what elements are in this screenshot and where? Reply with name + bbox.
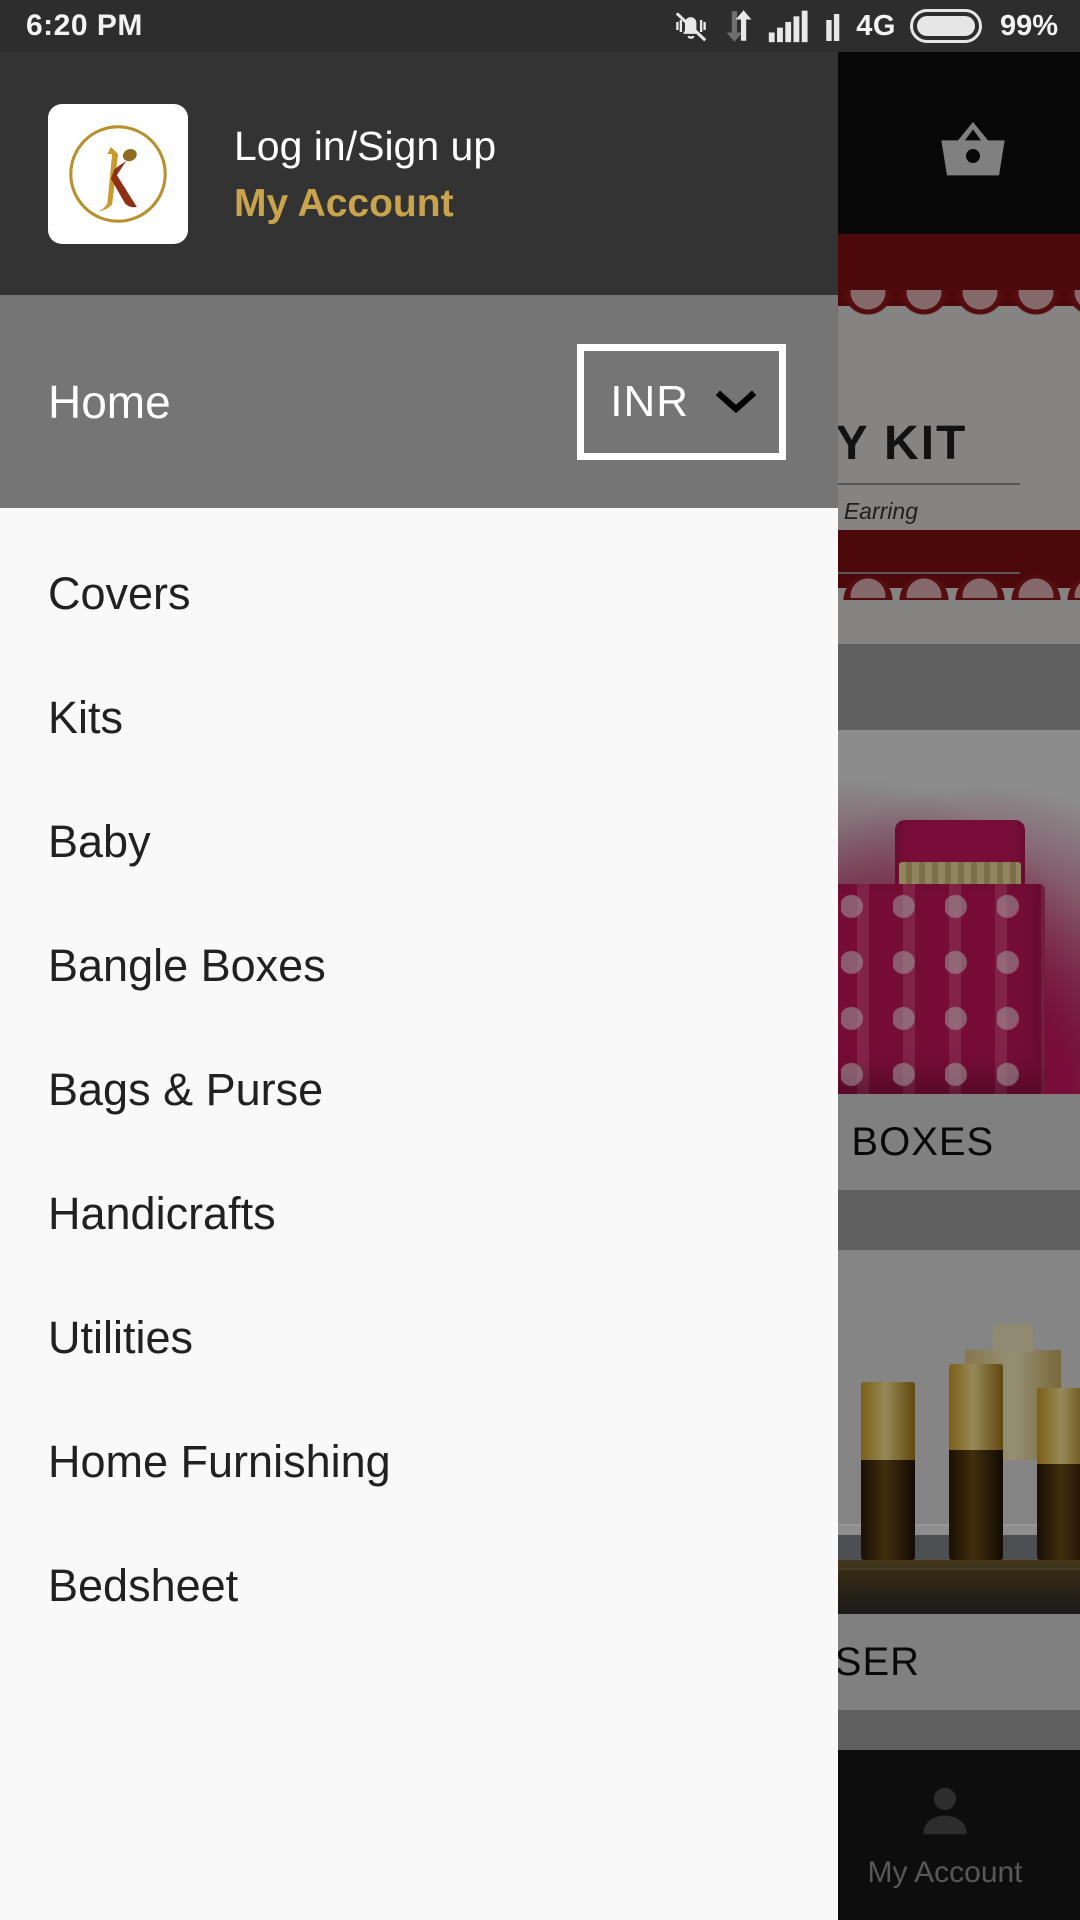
silent-mode-icon (672, 7, 710, 45)
drawer-item-label: Home Furnishing (48, 1436, 391, 1487)
drawer-item-covers[interactable]: Covers (0, 532, 838, 656)
drawer-item-label: Baby (48, 816, 151, 867)
drawer-item-label: Bedsheet (48, 1560, 239, 1611)
drawer-item-handicrafts[interactable]: Handicrafts (0, 1152, 838, 1276)
drawer-item-label: Utilities (48, 1312, 194, 1363)
drawer-item-label: Bags & Purse (48, 1064, 324, 1115)
status-clock: 6:20 PM (26, 9, 143, 42)
status-icons: 4G 99% (672, 7, 1058, 45)
drawer-item-bags-purse[interactable]: Bags & Purse (0, 1028, 838, 1152)
battery-percent-label: 99% (999, 9, 1058, 42)
battery-fill (916, 16, 975, 36)
signal-bars-icon (768, 9, 810, 43)
drawer-item-home-furnishing[interactable]: Home Furnishing (0, 1400, 838, 1524)
currency-selector[interactable]: INR (577, 343, 786, 460)
drawer-item-bedsheet[interactable]: Bedsheet (0, 1524, 838, 1648)
account-block[interactable]: Log in/Sign up My Account (234, 121, 496, 226)
navigation-drawer: Log in/Sign up My Account Home INR Cover… (0, 52, 838, 1920)
drawer-item-home[interactable]: Home INR (0, 295, 838, 508)
status-bar: 6:20 PM 4G 99% (0, 0, 1080, 52)
drawer-item-utilities[interactable]: Utilities (0, 1276, 838, 1400)
drawer-item-bangle-boxes[interactable]: Bangle Boxes (0, 904, 838, 1028)
drawer-item-baby[interactable]: Baby (0, 780, 838, 904)
drawer-menu-list: Covers Kits Baby Bangle Boxes Bags & Pur… (0, 508, 838, 1920)
drawer-item-kits[interactable]: Kits (0, 656, 838, 780)
currency-code: INR (610, 376, 689, 426)
login-signup-label[interactable]: Log in/Sign up (234, 121, 496, 172)
drawer-item-label: Bangle Boxes (48, 940, 326, 991)
app-screen: EXCLUSIVE JEWELLERY KIT Bangle, Necklace… (0, 0, 1080, 1920)
battery-icon (909, 9, 982, 43)
drawer-item-label: Handicrafts (48, 1188, 276, 1239)
drawer-item-label: Kits (48, 692, 124, 743)
home-label: Home (48, 375, 171, 428)
chevron-down-icon (715, 389, 757, 415)
kashvi-logo-icon (48, 103, 188, 244)
drawer-header[interactable]: Log in/Sign up My Account (0, 52, 838, 295)
drawer-item-label: Covers (48, 568, 191, 619)
network-type-label: 4G (856, 9, 896, 42)
signal-bars-icon-secondary (824, 11, 842, 41)
data-transfer-icon (724, 8, 754, 44)
my-account-label[interactable]: My Account (234, 182, 496, 226)
